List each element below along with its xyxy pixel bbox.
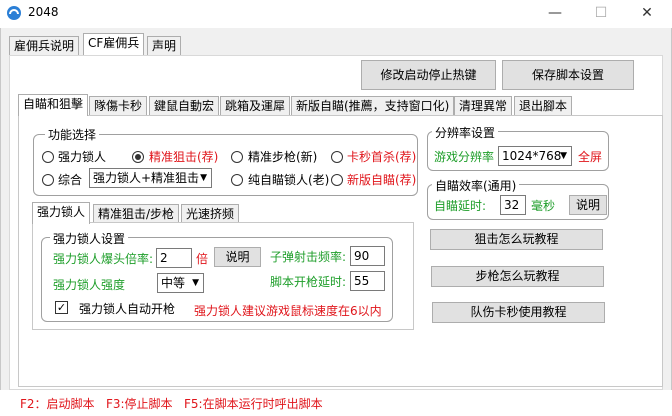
radio-new-aim-label: 新版自瞄(荐) (347, 173, 417, 187)
snipe-tutorial-button[interactable]: 狙击怎么玩教程 (430, 229, 603, 250)
fire-delay-input[interactable]: 55 (350, 271, 385, 291)
tab-mercenary-guide[interactable]: 雇佣兵说明 (9, 36, 80, 56)
rifle-tutorial-button[interactable]: 步枪怎么玩教程 (431, 266, 604, 287)
radio-precise-rifle-label: 精准步枪(新) (248, 150, 318, 164)
aim-delay-label: 自瞄延时: (434, 199, 487, 213)
efficiency-group-title: 自瞄效率(通用) (432, 177, 520, 194)
chevron-down-icon: ▼ (192, 278, 199, 288)
status-bar: F2：启动脚本 F3:停止脚本 F5:在脚本运行时呼出脚本 (0, 390, 672, 416)
app-icon (7, 6, 21, 20)
radio-combined-label: 综合 (58, 173, 83, 187)
tab-precise-snipe-rifle[interactable]: 精准狙击/步枪 (93, 204, 180, 224)
radio-precise-snipe-label: 精准狙击(荐) (149, 150, 219, 164)
modify-hotkey-button[interactable]: 修改启动停止热键 (361, 60, 496, 90)
title-bar: 2048 — ☐ ✕ (0, 0, 672, 28)
radio-combined[interactable] (42, 174, 54, 186)
aim-delay-unit: 毫秒 (531, 199, 556, 213)
fire-rate-input[interactable]: 90 (350, 246, 385, 266)
strength-label: 强力锁人强度 (53, 278, 126, 292)
radio-precise-snipe[interactable] (132, 151, 144, 163)
auto-fire-checkbox[interactable]: ✓ (55, 301, 68, 314)
radio-pure-aim-label: 纯自瞄锁人(老) (248, 173, 330, 187)
minimize-button[interactable]: — (532, 0, 578, 28)
tab-jump[interactable]: 跳箱及運犀 (220, 96, 291, 116)
radio-precise-rifle[interactable] (231, 151, 243, 163)
radio-new-aim[interactable] (331, 174, 343, 186)
auto-fire-label: 强力锁人自动开枪 (79, 302, 176, 316)
headshot-help-button[interactable]: 说明 (214, 247, 261, 267)
tab-new-aim[interactable]: 新版自瞄(推薦，支持窗口化) (291, 96, 455, 116)
resolution-group-title: 分辨率设置 (432, 124, 499, 141)
tab-speed-squeeze[interactable]: 光速挤频 (181, 204, 240, 224)
maximize-button[interactable]: ☐ (578, 0, 624, 28)
mouse-speed-hint: 强力锁人建议游戏鼠标速度在6以内 (194, 304, 382, 318)
aim-delay-input[interactable]: 32 (500, 195, 526, 215)
aim-delay-help-button[interactable]: 说明 (569, 195, 607, 215)
tab-strong-lock[interactable]: 强力锁人 (32, 202, 91, 224)
chevron-down-icon: ▼ (200, 173, 207, 183)
tab-clean[interactable]: 清理異常 (454, 96, 513, 116)
hotkey-hint: F2：启动脚本 F3:停止脚本 F5:在脚本运行时呼出脚本 (20, 397, 323, 411)
team-damage-tutorial-button[interactable]: 队伤卡秒使用教程 (432, 302, 605, 323)
fire-delay-label: 脚本开枪延时: (270, 275, 347, 289)
headshot-unit: 倍 (196, 252, 209, 266)
radio-instant-kill-label: 卡秒首杀(荐) (347, 150, 417, 164)
tab-macro[interactable]: 鍵鼠自動宏 (149, 96, 220, 116)
lock-group-title: 强力锁人设置 (50, 230, 129, 247)
save-settings-button[interactable]: 保存脚本设置 (502, 60, 634, 90)
radio-strong-lock[interactable] (42, 151, 54, 163)
headshot-label: 强力锁人爆头倍率: (53, 252, 154, 266)
strength-select[interactable]: 中等 ▼ (157, 273, 204, 293)
fullscreen-label: 全屏 (578, 150, 603, 164)
resolution-value: 1024*768 (502, 149, 562, 163)
tab-aim-snipe[interactable]: 自瞄和狙擊 (18, 94, 89, 116)
close-button[interactable]: ✕ (624, 0, 670, 28)
function-group-title: 功能选择 (45, 126, 100, 143)
radio-instant-kill[interactable] (331, 151, 343, 163)
radio-strong-lock-label: 强力锁人 (58, 150, 107, 164)
resolution-label: 游戏分辨率 (434, 150, 495, 164)
combo-select[interactable]: 强力锁人+精准狙击 ▼ (89, 168, 212, 188)
tab-exit[interactable]: 退出腳本 (514, 96, 573, 116)
tab-statement[interactable]: 声明 (147, 36, 182, 56)
resolution-select[interactable]: 1024*768 ▼ (498, 146, 572, 166)
chevron-down-icon: ▼ (560, 151, 567, 161)
tab-cf-mercenary[interactable]: CF雇佣兵 (83, 33, 145, 55)
strength-value: 中等 (161, 276, 186, 290)
headshot-input[interactable]: 2 (156, 248, 192, 268)
tab-team-damage[interactable]: 隊傷卡秒 (89, 96, 148, 116)
combo-select-value: 强力锁人+精准狙击 (93, 171, 200, 185)
window-title: 2048 (28, 5, 59, 19)
fire-rate-label: 子弹射击频率: (270, 250, 347, 264)
radio-pure-aim[interactable] (231, 174, 243, 186)
